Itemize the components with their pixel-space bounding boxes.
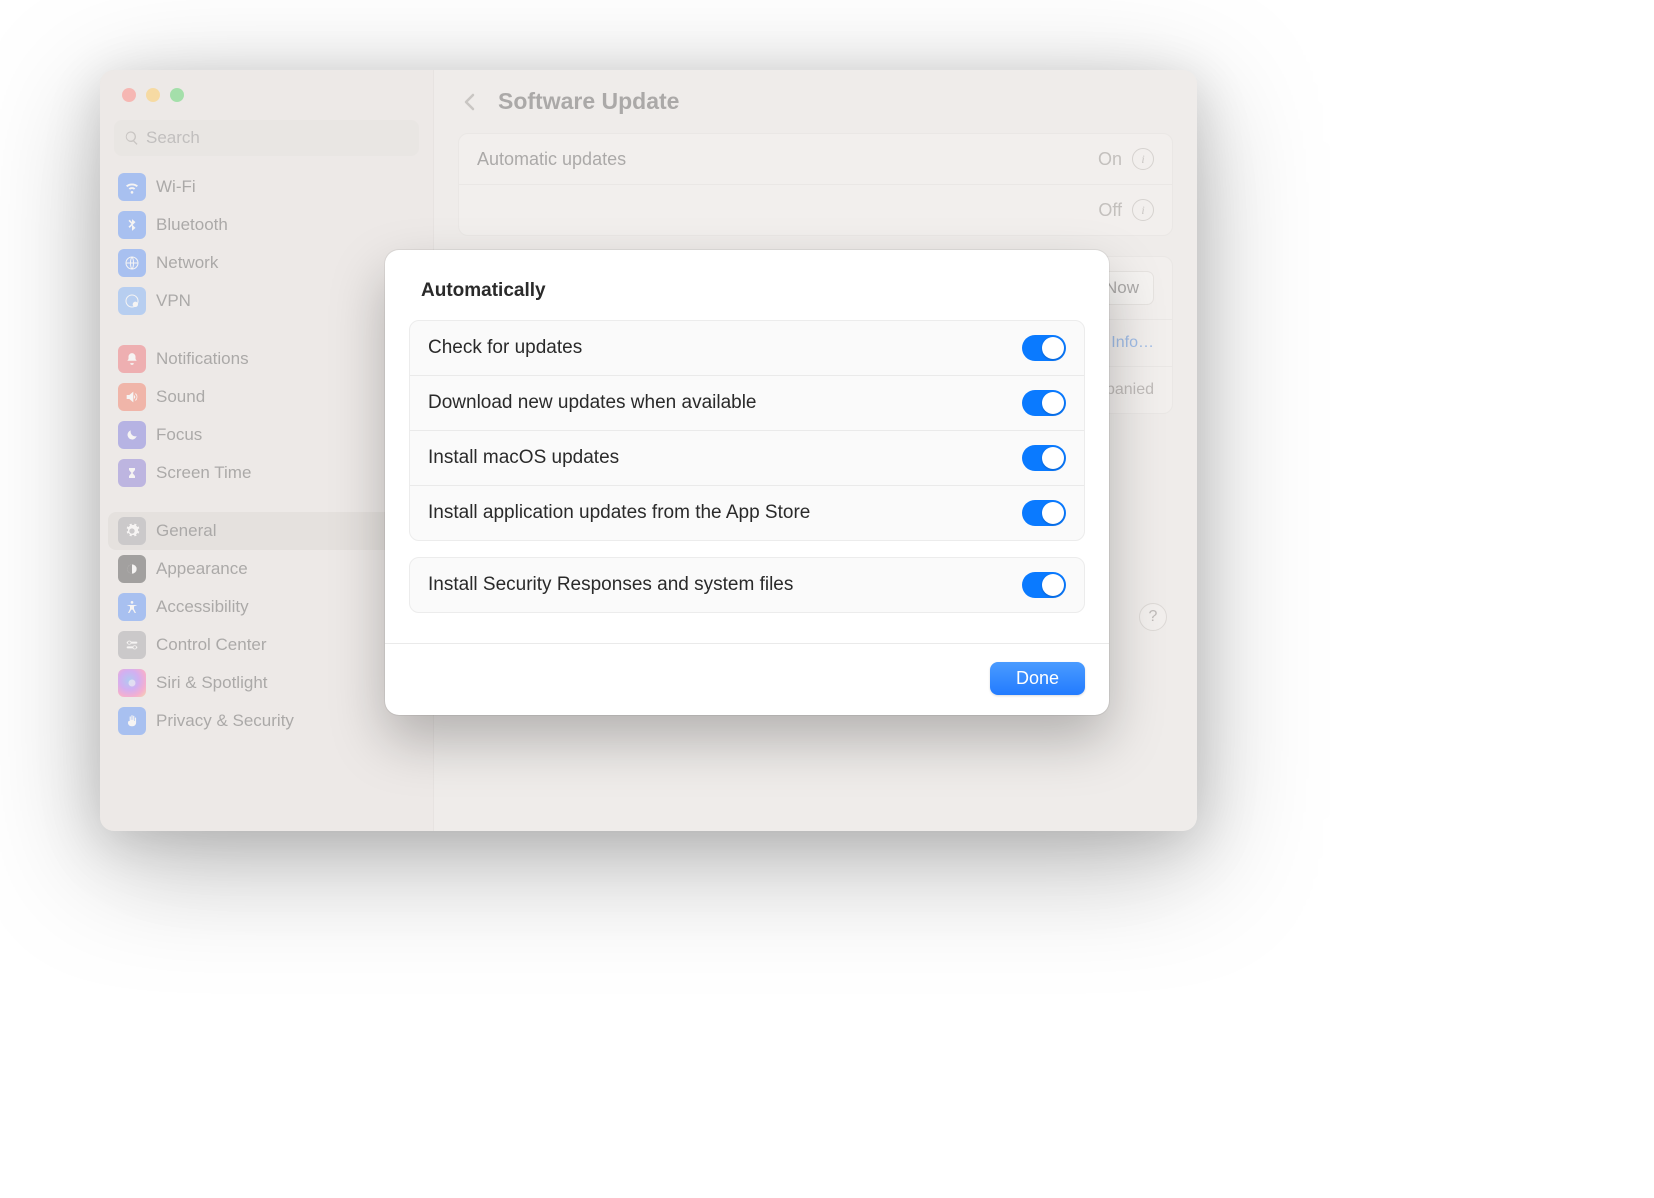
toggle-row-install-application-updates-from-the-app-store: Install application updates from the App…: [410, 486, 1084, 540]
automatic-updates-sheet: Automatically Check for updates Download …: [385, 250, 1109, 715]
toggle-switch[interactable]: [1022, 500, 1066, 526]
settings-window: Wi-FiBluetoothNetworkVPN NotificationsSo…: [100, 70, 1197, 831]
toggle-switch[interactable]: [1022, 445, 1066, 471]
toggle-label: Install macOS updates: [428, 447, 619, 469]
sheet-title: Automatically: [421, 280, 1085, 302]
toggle-switch[interactable]: [1022, 390, 1066, 416]
toggle-row-install-macos-updates: Install macOS updates: [410, 431, 1084, 486]
toggle-row-check-for-updates: Check for updates: [410, 321, 1084, 376]
done-button[interactable]: Done: [990, 662, 1085, 695]
toggle-row-download-new-updates-when-available: Download new updates when available: [410, 376, 1084, 431]
toggle-label: Download new updates when available: [428, 392, 757, 414]
toggle-label: Install Security Responses and system fi…: [428, 574, 793, 596]
toggle-row-install-security-responses-and-system-files: Install Security Responses and system fi…: [410, 558, 1084, 612]
toggle-label: Install application updates from the App…: [428, 502, 810, 524]
toggle-switch[interactable]: [1022, 572, 1066, 598]
toggle-label: Check for updates: [428, 337, 582, 359]
toggle-switch[interactable]: [1022, 335, 1066, 361]
